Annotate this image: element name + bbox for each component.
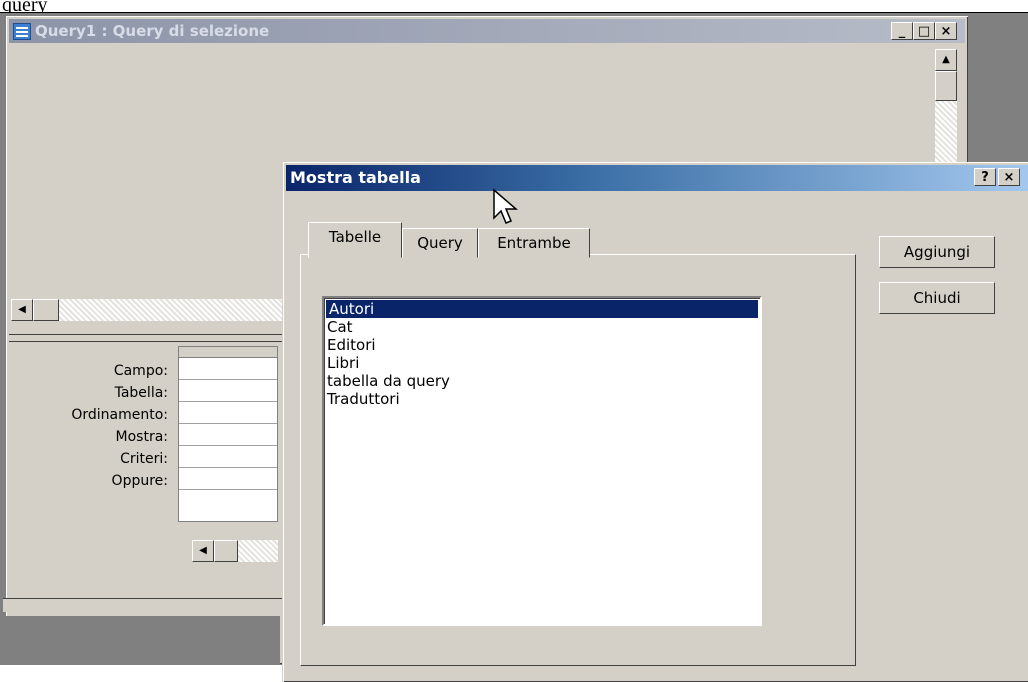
close-button[interactable]: ×	[935, 22, 957, 40]
scroll-thumb-horizontal[interactable]	[33, 299, 59, 321]
list-item[interactable]: Editori	[324, 336, 760, 354]
grid-cell[interactable]	[179, 424, 277, 446]
minimize-button[interactable]: _	[891, 22, 913, 40]
grid-cell[interactable]	[179, 446, 277, 468]
grid-scroll-left-icon[interactable]: ◀	[192, 540, 214, 562]
list-item[interactable]: tabella da query	[324, 372, 760, 390]
list-item[interactable]: Traduttori	[324, 390, 760, 408]
dialog-titlebar[interactable]: Mostra tabella ? ×	[286, 165, 1028, 191]
dialog-close-button[interactable]: ×	[998, 168, 1020, 186]
design-grid-labels: Campo: Tabella: Ordinamento: Mostra: Cri…	[0, 360, 168, 492]
query-window-title: Query1 : Query di selezione	[35, 22, 270, 40]
grid-label-mostra: Mostra:	[115, 429, 168, 445]
query-icon	[13, 23, 31, 40]
grid-cell[interactable]	[179, 380, 277, 402]
mouse-pointer-icon	[493, 188, 519, 224]
show-table-dialog: Mostra tabella ? × Tabelle Query Entramb…	[282, 162, 1028, 682]
scroll-thumb[interactable]	[935, 71, 957, 101]
help-button[interactable]: ?	[974, 168, 996, 186]
add-button[interactable]: Aggiungi	[879, 236, 995, 268]
grid-label-campo: Campo:	[113, 363, 168, 379]
close-dialog-button[interactable]: Chiudi	[879, 282, 995, 314]
query-window-titlebar[interactable]: Query1 : Query di selezione _ □ ×	[9, 19, 965, 43]
grid-label-oppure: Oppure:	[111, 473, 168, 489]
horizontal-scrollbar[interactable]: ◀	[11, 299, 287, 321]
tab-query[interactable]: Query	[402, 228, 478, 258]
grid-cell[interactable]	[179, 358, 277, 380]
grid-horizontal-scrollbar[interactable]: ◀	[192, 540, 278, 562]
list-item[interactable]: Autori	[325, 299, 759, 319]
table-list[interactable]: Autori Cat Editori Libri tabella da quer…	[322, 296, 762, 626]
column-selector[interactable]	[179, 347, 277, 358]
tab-entrambe[interactable]: Entrambe	[478, 228, 590, 258]
grid-cell[interactable]	[179, 468, 277, 490]
grid-label-ordinamento: Ordinamento:	[71, 407, 168, 423]
grid-scroll-thumb[interactable]	[214, 540, 238, 562]
grid-cell[interactable]	[179, 402, 277, 424]
list-item[interactable]: Libri	[324, 354, 760, 372]
design-grid-column[interactable]	[178, 346, 278, 522]
page-caption: query	[2, 0, 48, 16]
list-item[interactable]: Cat	[324, 318, 760, 336]
vertical-scrollbar[interactable]: ▲	[935, 49, 957, 169]
dialog-title: Mostra tabella	[290, 168, 421, 187]
grid-label-criteri: Criteri:	[120, 451, 168, 467]
scroll-left-icon[interactable]: ◀	[11, 299, 33, 321]
workspace-bottom	[0, 616, 280, 664]
scroll-up-icon[interactable]: ▲	[935, 49, 957, 71]
grid-label-tabella: Tabella:	[114, 385, 168, 401]
maximize-button[interactable]: □	[913, 22, 935, 40]
tab-tabelle[interactable]: Tabelle	[308, 222, 402, 258]
